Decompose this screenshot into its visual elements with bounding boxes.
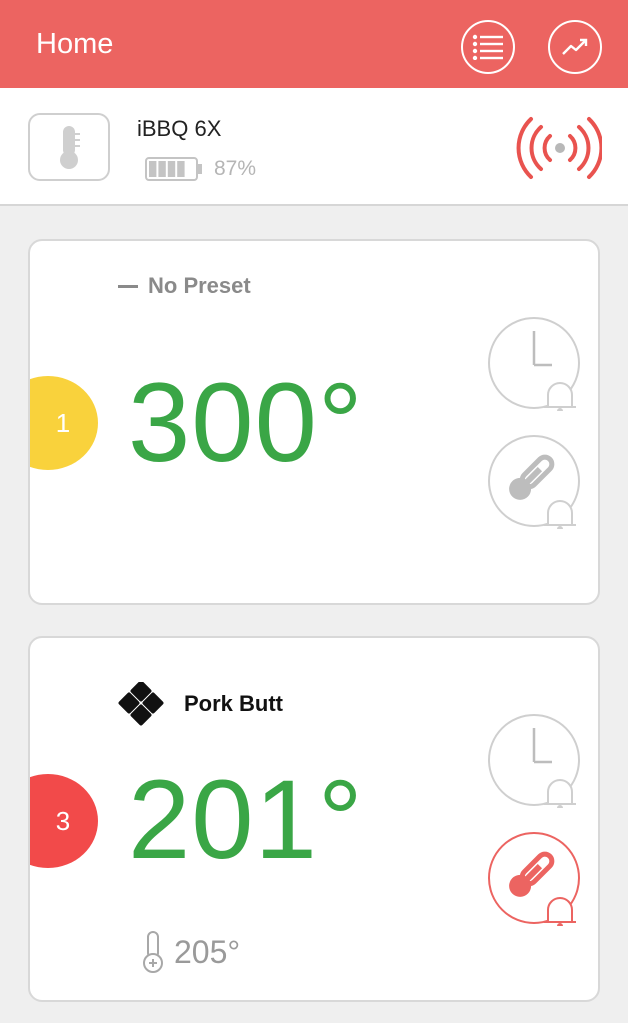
device-thumbnail xyxy=(28,113,110,181)
timer-alarm-button[interactable] xyxy=(486,315,582,414)
battery-icon xyxy=(145,156,203,187)
broadcast-signal-icon[interactable] xyxy=(514,116,604,185)
thermometer-icon xyxy=(60,126,80,169)
preset-label[interactable]: No Preset xyxy=(118,273,251,299)
app-bar: Home xyxy=(0,0,628,88)
probe-card-1[interactable]: 1 No Preset 300° xyxy=(28,239,600,605)
preset-name: Pork Butt xyxy=(184,691,283,716)
temperature-alarm-button[interactable] xyxy=(486,830,582,929)
page-title: Home xyxy=(36,28,114,60)
device-name: iBBQ 6X xyxy=(137,116,222,141)
battery-cell xyxy=(158,161,166,177)
probe-number-badge: 3 xyxy=(30,774,98,868)
preset-label[interactable]: Pork Butt xyxy=(118,682,283,726)
trend-chart-icon xyxy=(562,38,588,55)
dash-icon xyxy=(118,284,138,288)
battery-percent: 87% xyxy=(214,157,257,180)
menu-list-button[interactable] xyxy=(461,20,515,74)
temperature-alarm-button[interactable] xyxy=(486,433,582,532)
clock-bell-icon xyxy=(488,317,580,414)
chart-button[interactable] xyxy=(548,20,602,74)
preset-name: No Preset xyxy=(148,273,251,298)
list-icon xyxy=(472,34,503,60)
meat-preset-icon xyxy=(118,682,164,726)
battery-cell xyxy=(167,161,176,177)
probe-card-3[interactable]: 3 Pork Butt 201° 205° xyxy=(28,636,600,1002)
target-temperature[interactable]: 205° xyxy=(140,930,240,974)
thermometer-plus-icon xyxy=(143,931,163,973)
timer-alarm-button[interactable] xyxy=(486,712,582,811)
battery-cell xyxy=(177,161,185,177)
battery-cell xyxy=(149,161,157,177)
target-temperature-value: 205° xyxy=(174,933,241,970)
probe-temperature: 201° xyxy=(128,757,364,882)
clock-bell-icon xyxy=(488,714,580,811)
thermometer-bell-icon xyxy=(488,832,580,929)
thermometer-bell-icon xyxy=(488,435,580,532)
probe-temperature: 300° xyxy=(128,360,364,485)
probe-number-badge: 1 xyxy=(30,376,98,470)
device-bar[interactable]: iBBQ 6X 87% xyxy=(0,88,628,206)
